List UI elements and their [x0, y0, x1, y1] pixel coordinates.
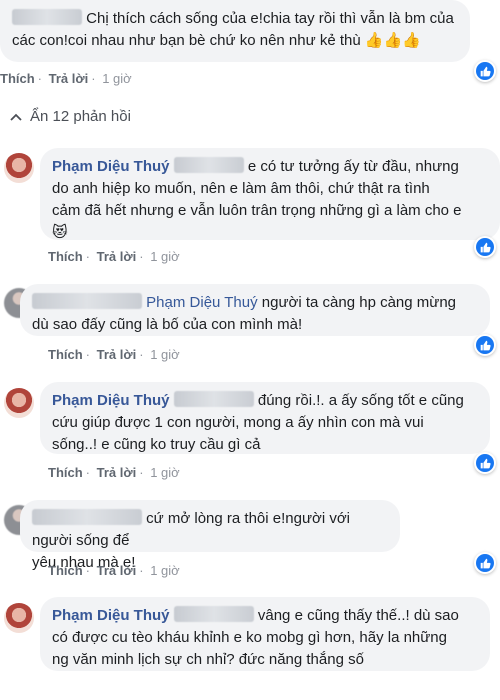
- blurred-name: [173, 391, 254, 407]
- reply-bubble: Phạm Diệu Thuý người ta càng hp càng mừn…: [20, 284, 490, 336]
- cat-emoji: 😻: [52, 224, 68, 241]
- like-reaction-badge[interactable]: [474, 236, 496, 258]
- like-link[interactable]: Thích: [48, 563, 83, 578]
- mention-link[interactable]: Phạm Diệu Thuý: [146, 294, 257, 311]
- reply-actions: Thích · Trả lời · 1 giờ: [48, 347, 180, 362]
- reply-bubble: cứ mở lòng ra thôi e!người với người sốn…: [20, 500, 400, 571]
- like-link[interactable]: Thích: [48, 465, 83, 480]
- thumbs-up-emoji: 👍👍👍: [364, 32, 421, 49]
- avatar[interactable]: [4, 603, 34, 633]
- like-reaction-badge[interactable]: [474, 334, 496, 356]
- reply-text-line: cảm đã hết nhưng e vẫn luôn trân trọng n…: [52, 202, 462, 219]
- reply-text-line: có được cu tèo kháu khỉnh e ko mobg gì h…: [52, 629, 447, 646]
- reply-link[interactable]: Trả lời: [97, 563, 137, 578]
- like-reaction-badge[interactable]: [474, 552, 496, 574]
- timestamp[interactable]: 1 giờ: [150, 249, 180, 264]
- reply-bubble: Phạm Diệu Thuý vâng e cũng thấy thế..! d…: [40, 597, 490, 671]
- like-link[interactable]: Thích: [0, 71, 35, 86]
- hide-replies-label: Ẩn 12 phản hồi: [30, 108, 131, 125]
- like-link[interactable]: Thích: [48, 347, 83, 362]
- blurred-name: [173, 157, 244, 173]
- author-name[interactable]: Phạm Diệu Thuý: [52, 158, 170, 175]
- blurred-name: [32, 509, 142, 525]
- thumbs-up-icon: [480, 558, 491, 568]
- blurred-name: [12, 9, 82, 25]
- reply-link[interactable]: Trả lời: [49, 71, 89, 86]
- avatar[interactable]: [4, 153, 34, 183]
- like-reaction-badge[interactable]: [474, 452, 496, 474]
- avatar[interactable]: [4, 388, 34, 418]
- reply-link[interactable]: Trả lời: [97, 249, 137, 264]
- reply-text-line: do anh hiệp ko muốn, nên e làm âm thôi, …: [52, 180, 430, 197]
- timestamp[interactable]: 1 giờ: [150, 563, 180, 578]
- timestamp[interactable]: 1 giờ: [150, 465, 180, 480]
- like-link[interactable]: Thích: [48, 249, 83, 264]
- reply-bubble: Phạm Diệu Thuý e có tư tưởng ấy từ đầu, …: [40, 148, 500, 241]
- reply-text-line: dù sao đấy cũng là bố của con mình mà!: [32, 316, 303, 333]
- reply-actions: Thích · Trả lời · 1 giờ: [48, 249, 180, 264]
- thumbs-up-icon: [480, 458, 491, 468]
- chevron-up-icon: [10, 113, 22, 121]
- thumbs-up-icon: [480, 242, 491, 252]
- like-reaction-badge[interactable]: [474, 60, 496, 82]
- author-name[interactable]: Phạm Diệu Thuý: [52, 607, 170, 624]
- reply-link[interactable]: Trả lời: [97, 347, 137, 362]
- reply-actions: Thích · Trả lời · 1 giờ: [48, 465, 180, 480]
- blurred-name: [32, 293, 142, 309]
- reply-text-line: ng văn minh lịch sự ch nhỉ? đức năng thắ…: [52, 651, 364, 668]
- comment-actions: Thích · Trả lời · 1 giờ: [0, 71, 132, 86]
- comment-bubble: Chị thích cách sống của e!chia tay rồi t…: [0, 0, 470, 62]
- reply-text-line: cứu giúp được 1 con người, mong a ấy nhì…: [52, 414, 424, 431]
- timestamp[interactable]: 1 giờ: [102, 71, 132, 86]
- reply-link[interactable]: Trả lời: [97, 465, 137, 480]
- timestamp[interactable]: 1 giờ: [150, 347, 180, 362]
- thumbs-up-icon: [480, 340, 491, 350]
- reply-text-line: sống..! e cũng ko truy cầu gì cả: [52, 436, 261, 453]
- comment-text-line: các con!coi nhau như bạn bè chứ ko nên n…: [12, 30, 458, 52]
- thumbs-up-icon: [480, 66, 491, 76]
- reply-bubble: Phạm Diệu Thuý đúng rồi.!. a ấy sống tốt…: [40, 382, 490, 454]
- hide-replies-toggle[interactable]: Ẩn 12 phản hồi: [10, 108, 131, 125]
- reply-actions: Thích · Trả lời · 1 giờ: [48, 563, 180, 578]
- author-name[interactable]: Phạm Diệu Thuý: [52, 392, 170, 409]
- comment-text: Chị thích cách sống của e!chia tay rồi t…: [12, 8, 458, 30]
- blurred-name: [173, 606, 254, 622]
